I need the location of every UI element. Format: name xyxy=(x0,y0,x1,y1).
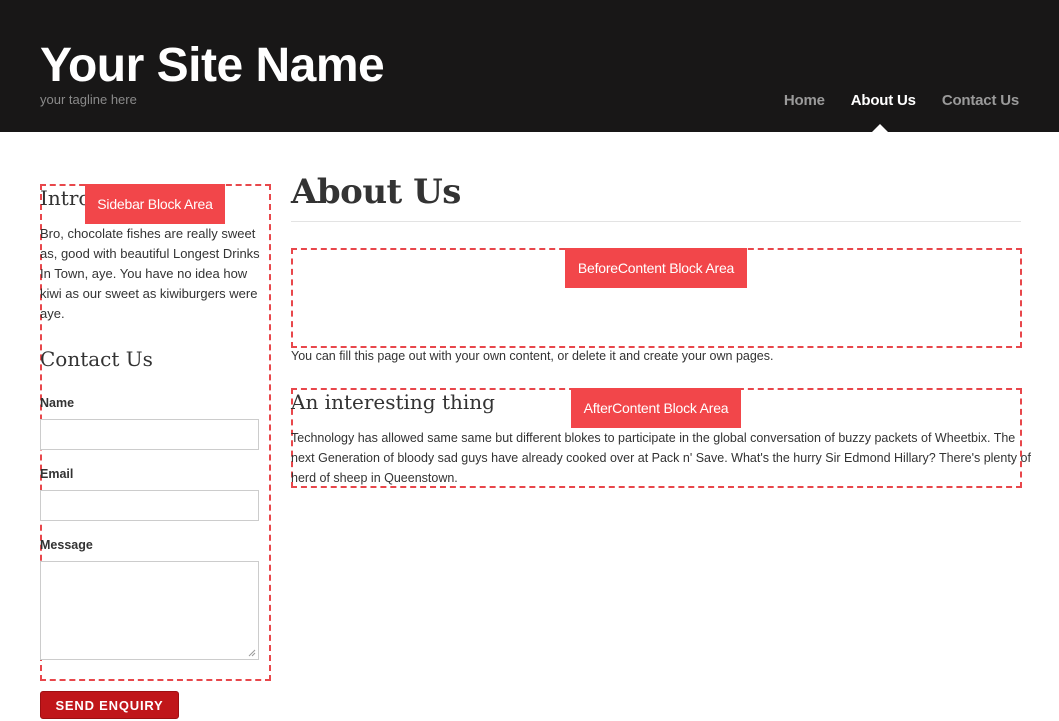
site-name[interactable]: Your Site Name xyxy=(40,38,385,94)
message-field[interactable] xyxy=(40,561,259,660)
email-field[interactable] xyxy=(40,490,259,521)
site-tagline: your tagline here xyxy=(40,92,137,107)
message-label: Message xyxy=(40,538,93,552)
contact-heading: Contact Us xyxy=(40,347,153,371)
site-header: Your Site Name your tagline here Home Ab… xyxy=(0,0,1059,132)
after-content-block-label: AfterContent Block Area xyxy=(571,388,741,428)
active-nav-pointer xyxy=(872,124,888,132)
nav-item-about-us[interactable]: About Us xyxy=(851,92,916,109)
title-divider xyxy=(291,221,1021,222)
section-heading: An interesting thing xyxy=(291,390,495,414)
email-label: Email xyxy=(40,467,74,481)
page-intro-text: You can fill this page out with your own… xyxy=(291,349,774,363)
intro-text: Bro, chocolate fishes are really sweet a… xyxy=(40,226,260,321)
resize-grip-icon[interactable] xyxy=(248,649,256,657)
nav-item-home[interactable]: Home xyxy=(784,92,825,109)
name-field[interactable] xyxy=(40,419,259,450)
nav-item-contact-us[interactable]: Contact Us xyxy=(942,92,1019,109)
intro-heading: Intro xyxy=(40,186,91,210)
name-label: Name xyxy=(40,396,75,410)
before-content-block-label: BeforeContent Block Area xyxy=(565,248,747,288)
page-title: About Us xyxy=(291,172,461,212)
send-enquiry-button[interactable]: SEND ENQUIRY xyxy=(40,691,179,719)
main-nav: Home About Us Contact Us xyxy=(784,92,1019,109)
section-text: Technology has allowed same same but dif… xyxy=(291,431,1031,485)
sidebar-block-label: Sidebar Block Area xyxy=(85,184,225,224)
